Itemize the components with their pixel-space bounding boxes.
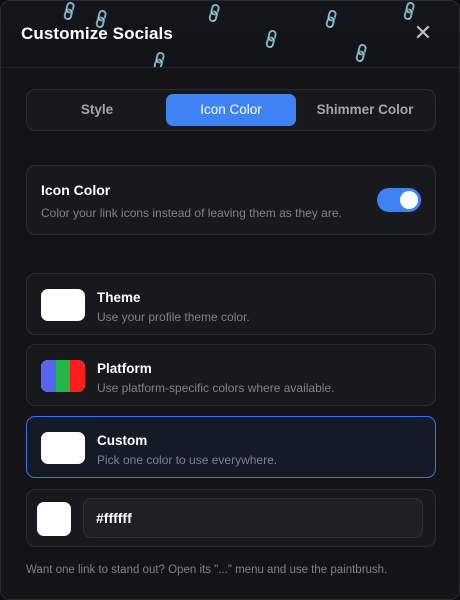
footer-hint: Want one link to stand out? Open its "..…	[26, 564, 388, 576]
icon-color-toggle-card: Icon Color Color your link icons instead…	[26, 165, 436, 235]
toggle-knob	[400, 191, 418, 209]
option-theme[interactable]: Theme Use your profile theme color.	[26, 273, 436, 335]
platform-colors-swatch	[41, 360, 85, 392]
option-custom[interactable]: Custom Pick one color to use everywhere.	[26, 416, 436, 478]
close-icon[interactable]: ✕	[413, 21, 433, 45]
tab-bar: Style Icon Color Shimmer Color	[26, 89, 436, 131]
tab-style[interactable]: Style	[33, 94, 161, 126]
tab-icon-color[interactable]: Icon Color	[166, 94, 296, 126]
modal-title: Customize Socials	[21, 24, 173, 43]
option-title: Platform	[97, 361, 152, 376]
option-platform[interactable]: Platform Use platform-specific colors wh…	[26, 344, 436, 406]
option-title: Custom	[97, 433, 148, 448]
option-description: Use your profile theme color.	[97, 310, 250, 324]
custom-color-picker	[26, 489, 436, 547]
icon-color-toggle-switch[interactable]	[377, 188, 421, 212]
option-title: Theme	[97, 290, 141, 305]
swatch-stripe	[55, 360, 71, 392]
swatch-stripe	[70, 360, 85, 392]
theme-color-swatch	[41, 289, 85, 321]
option-description: Pick one color to use everywhere.	[97, 453, 278, 467]
custom-color-swatch	[41, 432, 85, 464]
tab-shimmer-color[interactable]: Shimmer Color	[300, 94, 430, 126]
modal-header: 🔗 🔗 🔗 🔗 🔗 🔗 🔗 🔗 Customize Socials ✕	[1, 1, 459, 68]
icon-color-description: Color your link icons instead of leaving…	[41, 206, 342, 220]
color-preview-swatch[interactable]	[37, 502, 71, 536]
option-description: Use platform-specific colors where avail…	[97, 381, 335, 395]
hex-color-input[interactable]	[83, 498, 423, 538]
customize-socials-modal: 🔗 🔗 🔗 🔗 🔗 🔗 🔗 🔗 Customize Socials ✕ Styl…	[0, 0, 460, 600]
icon-color-title: Icon Color	[41, 182, 111, 198]
swatch-stripe	[41, 360, 56, 392]
